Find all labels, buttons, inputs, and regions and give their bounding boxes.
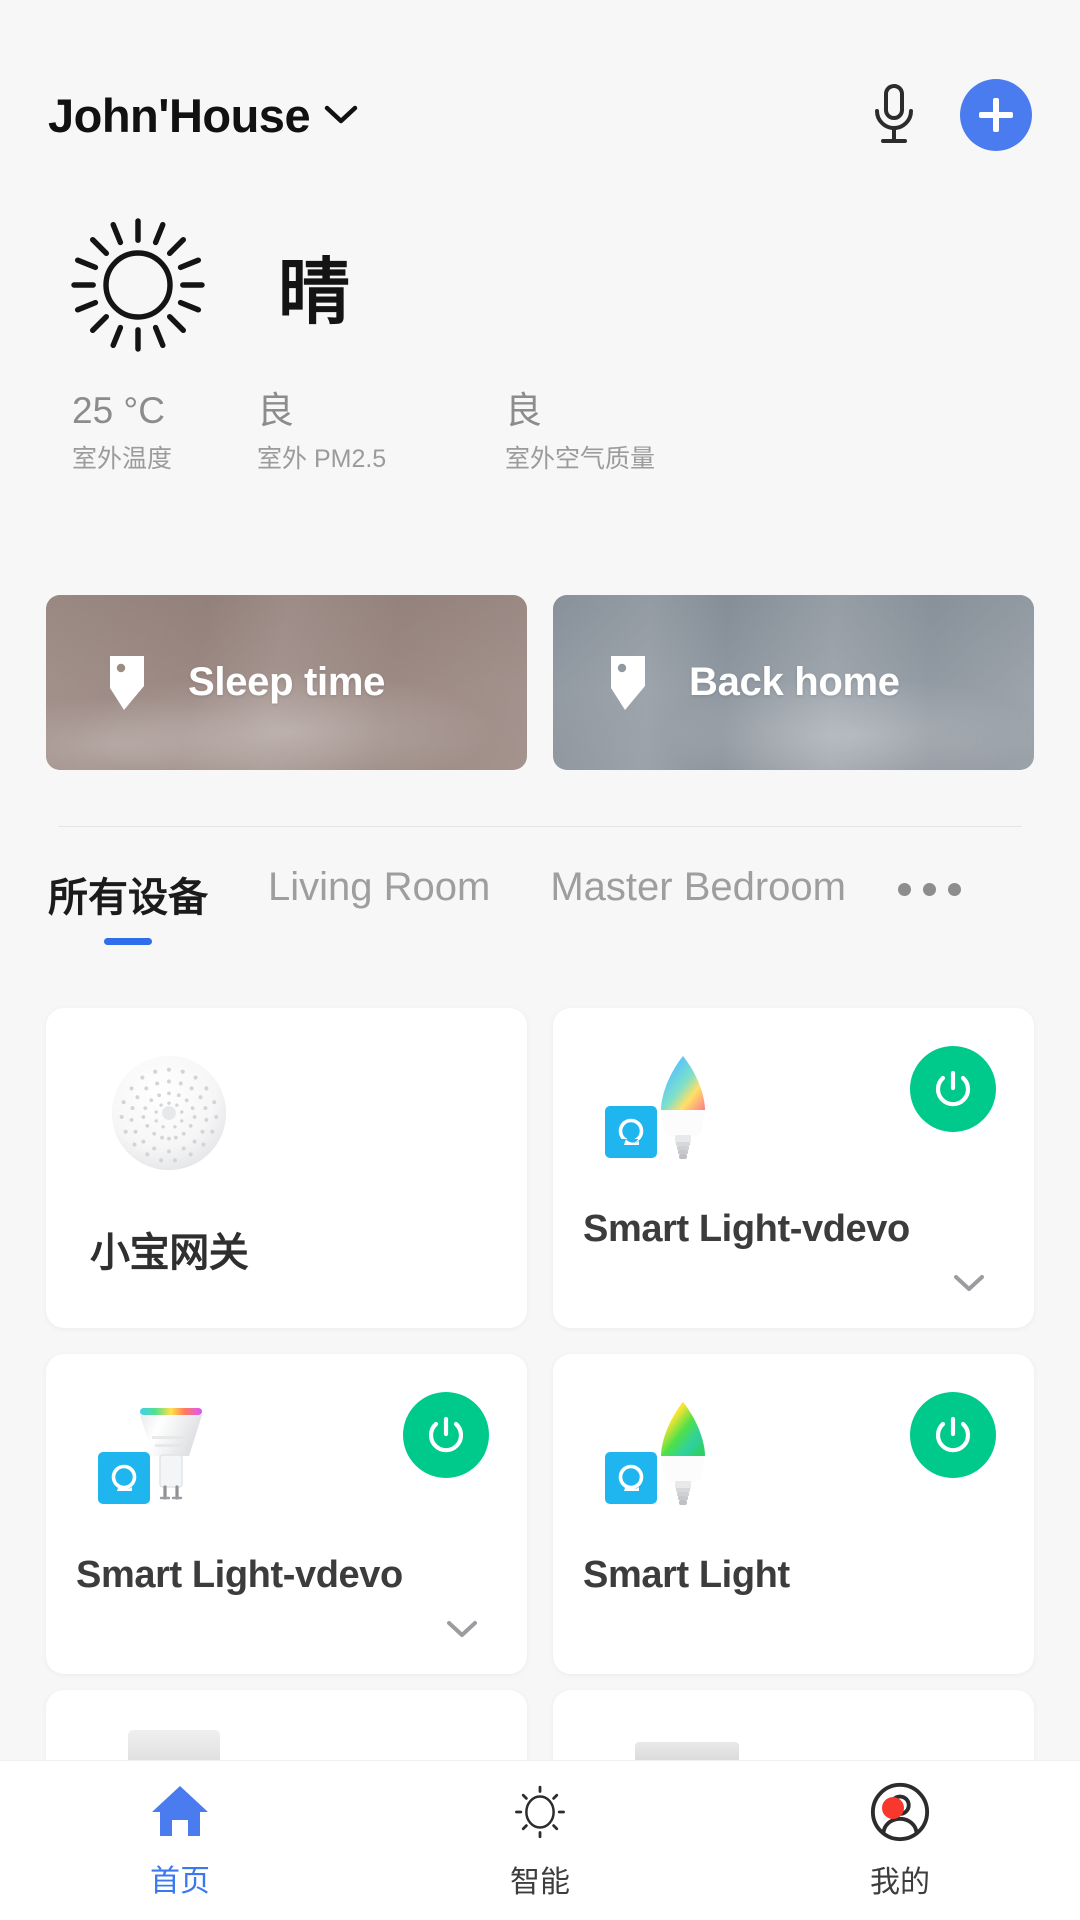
power-icon: [935, 1070, 971, 1107]
scene-label: Back home: [689, 660, 900, 705]
alexa-badge-icon: [605, 1106, 657, 1158]
alexa-badge-icon: [605, 1452, 657, 1504]
room-tabs: 所有设备 Living Room Master Bedroom: [0, 865, 1080, 945]
device-grid: 小宝网关 Smart Light-vdevo Smart Light-vdevo…: [46, 1008, 1034, 1674]
chevron-down-icon: [324, 105, 358, 124]
device-card-smart-light-vdevo-candle[interactable]: Smart Light-vdevo: [553, 1008, 1034, 1328]
power-icon: [428, 1416, 464, 1453]
weather-stats: 25 °C 室外温度 良 室外 PM2.5 良 室外空气质量: [0, 388, 1080, 475]
plus-icon: [979, 98, 1013, 132]
stat-label: 室外温度: [72, 445, 173, 474]
nav-label: 首页: [150, 1864, 210, 1898]
tab-active-indicator: [104, 938, 152, 945]
device-icon: [605, 1392, 743, 1522]
candle-bulb-icon: [605, 1392, 743, 1522]
home-name-label: John'House: [48, 88, 311, 142]
more-horizontal-icon: [898, 883, 911, 896]
stat-value: 良: [505, 390, 542, 431]
device-card-smart-light-vdevo-spot[interactable]: Smart Light-vdevo: [46, 1354, 527, 1674]
spotlight-bulb-icon: [98, 1392, 236, 1522]
nav-item-profile[interactable]: 我的: [720, 1781, 1080, 1901]
weather-stat-temperature: 25 °C 室外温度: [72, 388, 257, 475]
device-icon: [98, 1392, 236, 1522]
power-icon: [935, 1416, 971, 1453]
power-toggle-button[interactable]: [910, 1046, 996, 1132]
weather-condition: 晴: [278, 252, 353, 333]
scene-content: Back home: [553, 652, 1034, 714]
device-card-gateway[interactable]: 小宝网关: [46, 1008, 527, 1328]
tab-living-room[interactable]: Living Room: [268, 865, 490, 932]
device-name: Smart Light-vdevo: [76, 1554, 403, 1596]
add-device-button[interactable]: [960, 79, 1032, 151]
scene-card-back-home[interactable]: Back home: [553, 595, 1034, 770]
stat-label: 室外 PM2.5: [257, 445, 387, 474]
brightness-sun-icon: [515, 1785, 565, 1838]
sun-icon: [71, 218, 205, 352]
nav-item-home[interactable]: 首页: [0, 1782, 360, 1900]
candle-bulb-icon: [605, 1046, 743, 1176]
nav-item-automation[interactable]: 智能: [360, 1781, 720, 1901]
device-card-smart-light[interactable]: Smart Light: [553, 1354, 1034, 1674]
more-horizontal-icon: [948, 883, 961, 896]
device-name: Smart Light: [583, 1554, 790, 1596]
power-toggle-button[interactable]: [910, 1392, 996, 1478]
nav-label: 智能: [510, 1865, 570, 1899]
stat-value: 25 °C: [72, 390, 165, 431]
gateway-icon: [111, 1055, 227, 1171]
tab-label: 所有设备: [48, 876, 208, 920]
scene-card-sleep-time[interactable]: Sleep time: [46, 595, 527, 770]
tab-label: Master Bedroom: [550, 865, 846, 909]
weather-stat-air-quality: 良 室外空气质量: [505, 388, 655, 475]
device-icon: [605, 1046, 743, 1176]
home-icon: [152, 1785, 208, 1836]
expand-device-button[interactable]: [445, 1619, 479, 1644]
app-screen: John'House 晴 25 °C 室外温度 良 室外 PM2.5 良 室外空…: [0, 0, 1080, 1920]
tag-icon: [110, 655, 144, 710]
tab-master-bedroom[interactable]: Master Bedroom: [550, 865, 846, 932]
device-name: 小宝网关: [90, 1231, 249, 1275]
chevron-down-icon: [447, 1621, 477, 1637]
weather-main: 晴: [0, 200, 1080, 370]
more-horizontal-icon: [923, 883, 936, 896]
home-selector[interactable]: John'House: [48, 88, 358, 143]
app-header: John'House: [0, 60, 1080, 170]
weather-panel[interactable]: 晴 25 °C 室外温度 良 室外 PM2.5 良 室外空气质量: [0, 200, 1080, 475]
scene-shortcuts: Sleep time Back home: [46, 595, 1034, 770]
bottom-navigation: 首页 智能 我的: [0, 1760, 1080, 1920]
alexa-badge-icon: [98, 1452, 150, 1504]
chevron-down-icon: [954, 1275, 984, 1291]
stat-value: 良: [257, 390, 294, 431]
microphone-icon: [875, 84, 913, 143]
notification-badge: [882, 1796, 904, 1819]
power-toggle-button[interactable]: [403, 1392, 489, 1478]
section-divider: [58, 826, 1022, 827]
tab-label: Living Room: [268, 865, 491, 909]
scene-label: Sleep time: [188, 660, 386, 705]
more-rooms-button[interactable]: [898, 865, 961, 896]
nav-label: 我的: [870, 1865, 930, 1899]
weather-stat-pm25: 良 室外 PM2.5: [257, 388, 505, 475]
expand-device-button[interactable]: [952, 1273, 986, 1298]
stat-label: 室外空气质量: [505, 445, 656, 474]
voice-assistant-button[interactable]: [858, 79, 930, 151]
scene-content: Sleep time: [46, 652, 527, 714]
device-name: Smart Light-vdevo: [583, 1208, 910, 1250]
tab-all-devices[interactable]: 所有设备: [48, 865, 208, 945]
tag-icon: [611, 655, 645, 710]
